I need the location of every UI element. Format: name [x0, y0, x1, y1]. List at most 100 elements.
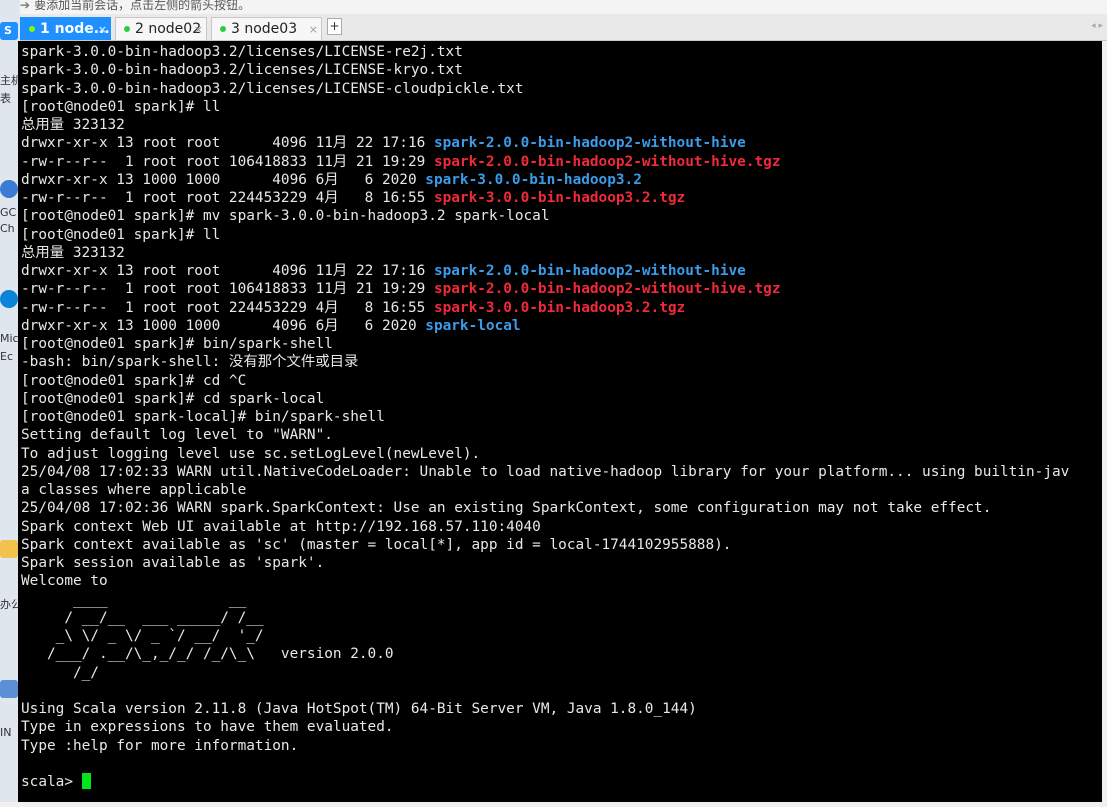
- connected-dot-icon: [220, 26, 226, 32]
- terminal-line-text: 25/04/08 17:02:36 WARN spark.SparkContex…: [21, 500, 992, 517]
- terminal-line-text: / __/__ ___ _____/ /__: [21, 609, 264, 626]
- side-label: S: [4, 24, 12, 37]
- file-listing-meta: -rw-r--r-- 1 root root 224453229 4月 8 16…: [21, 299, 434, 316]
- terminal-line-text: [root@node01 spark]# ll: [21, 98, 221, 115]
- archive-name: spark-3.0.0-bin-hadoop3.2.tgz: [433, 190, 686, 206]
- terminal-line-text: [root@node01 spark]# cd spark-local: [21, 390, 325, 407]
- side-label: IN: [0, 726, 12, 739]
- desktop-strip: S 主机 表 GC Ch Mic Ec 办公 IN: [0, 0, 20, 807]
- terminal-line-text: [root@node01 spark-local]# bin/spark-she…: [21, 409, 385, 425]
- terminal-line: Welcome to: [21, 572, 1102, 590]
- terminal-output: spark-3.0.0-bin-hadoop3.2/licenses/LICEN…: [18, 41, 1102, 791]
- terminal-line: Spark context Web UI available at http:/…: [21, 518, 1102, 536]
- directory-name: spark-2.0.0-bin-hadoop2-without-hive: [433, 263, 746, 279]
- close-icon[interactable]: ×: [98, 18, 107, 41]
- browser-icon[interactable]: [0, 180, 18, 198]
- add-tab-button[interactable]: +: [327, 18, 342, 35]
- terminal-line-text: 总用量 323132: [21, 244, 125, 261]
- terminal-line: drwxr-xr-x 13 1000 1000 4096 6月 6 2020 s…: [21, 171, 1102, 189]
- terminal-line: [root@node01 spark]# cd ^C: [21, 372, 1102, 390]
- file-listing-meta: drwxr-xr-x 13 1000 1000 4096 6月 6 2020: [21, 171, 426, 188]
- terminal-line-text: To adjust logging level use sc.setLogLev…: [21, 445, 481, 462]
- close-icon[interactable]: ×: [194, 18, 203, 41]
- terminal-line: -rw-r--r-- 1 root root 224453229 4月 8 16…: [21, 299, 1102, 317]
- app-icon[interactable]: [0, 680, 18, 698]
- terminal-line: /___/ .__/\_,_/_/ /_/\_\ version 2.0.0: [21, 645, 1102, 663]
- terminal-line-text: Spark context available as 'sc' (master …: [21, 536, 732, 553]
- terminal-line: -rw-r--r-- 1 root root 224453229 4月 8 16…: [21, 189, 1102, 207]
- terminal-line-text: spark-3.0.0-bin-hadoop3.2/licenses/LICEN…: [21, 44, 463, 60]
- terminal-line-text: [root@node01 spark]# bin/spark-shell: [21, 336, 333, 352]
- terminal-line-text: [root@node01 spark]# cd ^C: [21, 372, 247, 389]
- file-listing-meta: -rw-r--r-- 1 root root 106418833 11月 21 …: [21, 281, 434, 298]
- terminal-line: [root@node01 spark]# ll: [21, 226, 1102, 244]
- side-label: 表: [0, 92, 11, 105]
- terminal-line-text: /___/ .__/\_,_/_/ /_/\_\ version 2.0.0: [21, 646, 394, 663]
- terminal-line: Spark session available as 'spark'.: [21, 554, 1102, 572]
- terminal-line: drwxr-xr-x 13 root root 4096 11月 22 17:1…: [21, 262, 1102, 280]
- terminal-line: ____ __: [21, 591, 1102, 609]
- directory-name: spark-3.0.0-bin-hadoop3.2: [425, 171, 642, 188]
- terminal-line: 25/04/08 17:02:36 WARN spark.SparkContex…: [21, 499, 1102, 517]
- terminal-line: 总用量 323132: [21, 116, 1102, 134]
- folder-icon[interactable]: [0, 540, 18, 558]
- terminal-line: [root@node01 spark-local]# bin/spark-she…: [21, 408, 1102, 426]
- terminal-line-text: Welcome to: [21, 573, 108, 590]
- terminal-line-text: ____ __: [21, 591, 247, 608]
- terminal-line: drwxr-xr-x 13 1000 1000 4096 6月 6 2020 s…: [21, 317, 1102, 335]
- terminal-line: scala>: [21, 773, 1102, 791]
- terminal-line: spark-3.0.0-bin-hadoop3.2/licenses/LICEN…: [21, 43, 1102, 61]
- terminal-line: 25/04/08 17:02:33 WARN util.NativeCodeLo…: [21, 463, 1102, 481]
- tab-node03[interactable]: 3 node03 ×: [211, 17, 322, 40]
- arrow-icon[interactable]: ➔: [20, 0, 30, 12]
- archive-name: spark-2.0.0-bin-hadoop2-without-hive.tgz: [433, 281, 781, 298]
- terminal-line: spark-3.0.0-bin-hadoop3.2/licenses/LICEN…: [21, 61, 1102, 79]
- terminal-line: /_/: [21, 664, 1102, 682]
- session-hint-bar: ➔ 要添加当前会话，点击左侧的箭头按钮。: [20, 0, 1107, 14]
- terminal-line-text: 25/04/08 17:02:33 WARN util.NativeCodeLo…: [21, 463, 1070, 480]
- terminal-line: Spark context available as 'sc' (master …: [21, 536, 1102, 554]
- terminal-line: Type :help for more information.: [21, 737, 1102, 755]
- side-label: Ch: [0, 222, 15, 235]
- terminal-line-text: [root@node01 spark]# ll: [21, 226, 221, 243]
- bottom-edge: [0, 802, 1107, 807]
- tab-label: 2 node02: [135, 21, 202, 37]
- terminal-line: _\ \/ _ \/ _ `/ __/ '_/: [21, 627, 1102, 645]
- edge-icon[interactable]: [0, 290, 18, 308]
- terminal-line-text: spark-3.0.0-bin-hadoop3.2/licenses/LICEN…: [21, 80, 524, 97]
- hint-text: 要添加当前会话，点击左侧的箭头按钮。: [34, 0, 251, 12]
- terminal-line: drwxr-xr-x 13 root root 4096 11月 22 17:1…: [21, 134, 1102, 152]
- terminal-line: 总用量 323132: [21, 244, 1102, 262]
- directory-name: spark-2.0.0-bin-hadoop2-without-hive: [433, 135, 746, 152]
- file-listing-meta: drwxr-xr-x 13 1000 1000 4096 6月 6 2020: [21, 317, 426, 334]
- terminal-line: spark-3.0.0-bin-hadoop3.2/licenses/LICEN…: [21, 80, 1102, 98]
- side-label: GC: [0, 206, 17, 219]
- tab-bar: 1 node... × 2 node02 × 3 node03 × + ◂ ▸: [20, 14, 1107, 41]
- tab-scroll-arrows-icon[interactable]: ◂ ▸: [1091, 21, 1103, 31]
- terminal-line-text: Spark context Web UI available at http:/…: [21, 518, 541, 535]
- side-label: 办公: [0, 598, 20, 611]
- terminal-line-text: scala>: [21, 774, 82, 790]
- directory-name: spark-local: [425, 317, 521, 334]
- terminal-line-text: Type :help for more information.: [21, 737, 299, 754]
- terminal-window[interactable]: spark-3.0.0-bin-hadoop3.2/licenses/LICEN…: [18, 41, 1102, 802]
- archive-name: spark-2.0.0-bin-hadoop2-without-hive.tgz: [433, 153, 781, 170]
- file-listing-meta: drwxr-xr-x 13 root root 4096 11月 22 17:1…: [21, 135, 434, 152]
- terminal-line-text: 总用量 323132: [21, 117, 125, 133]
- file-listing-meta: drwxr-xr-x 13 root root 4096 11月 22 17:1…: [21, 263, 434, 279]
- terminal-scrollbar[interactable]: [1102, 41, 1107, 802]
- terminal-line-text: Type in expressions to have them evaluat…: [21, 719, 394, 736]
- connected-dot-icon: [124, 26, 130, 32]
- terminal-line-text: spark-3.0.0-bin-hadoop3.2/licenses/LICEN…: [21, 62, 463, 79]
- terminal-line-text: a classes where applicable: [21, 482, 247, 498]
- terminal-line-text: [root@node01 spark]# mv spark-3.0.0-bin-…: [21, 208, 550, 225]
- terminal-line: Type in expressions to have them evaluat…: [21, 718, 1102, 736]
- archive-name: spark-3.0.0-bin-hadoop3.2.tgz: [433, 299, 686, 316]
- terminal-line-text: Using Scala version 2.11.8 (Java HotSpot…: [21, 701, 697, 717]
- tab-label: 3 node03: [231, 21, 298, 37]
- terminal-line: [root@node01 spark]# mv spark-3.0.0-bin-…: [21, 207, 1102, 225]
- terminal-line: -rw-r--r-- 1 root root 106418833 11月 21 …: [21, 153, 1102, 171]
- close-icon[interactable]: ×: [309, 18, 318, 41]
- tab-node01[interactable]: 1 node... ×: [20, 17, 111, 40]
- tab-node02[interactable]: 2 node02 ×: [115, 17, 207, 40]
